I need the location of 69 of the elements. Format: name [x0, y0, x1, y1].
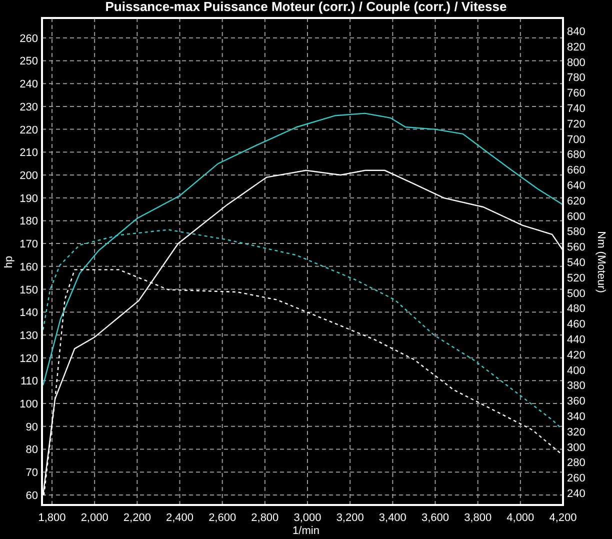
tick-label: 3,200	[336, 512, 364, 524]
tick-label: 60	[26, 490, 38, 502]
tick-label: 580	[567, 226, 586, 238]
tick-label: 600	[567, 210, 586, 223]
tick-label: 540	[567, 257, 586, 269]
tick-label: 840	[567, 26, 586, 38]
tick-label: 170	[20, 238, 38, 251]
tick-label: 520	[567, 272, 586, 284]
tick-label: 1,800	[38, 512, 66, 524]
tick-label: 90	[26, 421, 38, 434]
tick-label: 240	[567, 488, 586, 500]
tick-label: 3,800	[464, 512, 492, 524]
tick-label: 480	[567, 303, 586, 316]
tick-label: 240	[20, 78, 38, 91]
axis-label: hp	[3, 256, 15, 268]
tick-label: 210	[20, 147, 38, 160]
tick-label: 2,800	[251, 512, 279, 524]
tick-label: 700	[567, 134, 586, 146]
axis-label: Nm (Moteur)	[595, 231, 607, 293]
tick-label: 620	[567, 195, 586, 208]
tick-label: 2,200	[123, 512, 151, 524]
tick-label: 200	[20, 170, 38, 182]
tick-label: 460	[567, 318, 586, 331]
tick-label: 740	[567, 103, 586, 115]
tick-label: 220	[20, 124, 38, 136]
tick-label: 260	[20, 32, 38, 45]
tick-label: 3,400	[378, 512, 406, 524]
tick-label: 100	[20, 398, 38, 411]
tick-label: 80	[26, 444, 38, 456]
tick-label: 110	[20, 376, 38, 388]
tick-label: 340	[567, 411, 586, 423]
tick-label: 70	[26, 467, 38, 480]
tick-label: 250	[20, 56, 38, 68]
tick-label: 4,200	[549, 512, 577, 524]
tick-label: 190	[20, 192, 38, 205]
tick-label: 320	[567, 426, 586, 438]
tick-label: 640	[567, 180, 586, 192]
tick-label: 760	[567, 88, 586, 100]
tick-label: 180	[20, 216, 38, 228]
tick-label: 120	[20, 352, 38, 365]
tick-label: 820	[567, 41, 586, 54]
tick-label: 800	[567, 56, 586, 69]
tick-label: 680	[567, 149, 586, 162]
tick-label: 660	[567, 164, 586, 177]
tick-label: 440	[567, 334, 586, 346]
tick-label: 500	[567, 288, 586, 300]
tick-label: 400	[567, 364, 586, 377]
tick-label: 3,000	[294, 512, 322, 524]
tick-label: 2,600	[208, 512, 236, 524]
tick-label: 300	[567, 442, 586, 454]
tick-label: 3,600	[421, 512, 450, 524]
tick-label: 130	[20, 330, 38, 342]
tick-label: 140	[20, 307, 38, 320]
tick-label: 380	[567, 380, 586, 392]
tick-label: 2,400	[166, 512, 194, 524]
tick-label: 560	[567, 242, 586, 254]
tick-label: 260	[567, 472, 586, 485]
chart-title: Puissance-max Puissance Moteur (corr.) / Couple (corr.) / Vitesse	[105, 0, 507, 14]
tick-label: 2,000	[80, 512, 108, 524]
tick-label: 360	[567, 396, 586, 408]
tick-label: 4,000	[506, 512, 534, 524]
tick-label: 280	[567, 457, 586, 470]
tick-label: 160	[20, 261, 38, 274]
tick-label: 230	[20, 101, 38, 114]
tick-label: 780	[567, 72, 586, 84]
tick-label: 720	[567, 118, 586, 130]
axis-label: 1/min	[292, 525, 320, 537]
tick-label: 420	[567, 349, 586, 362]
tick-label: 150	[20, 284, 38, 296]
